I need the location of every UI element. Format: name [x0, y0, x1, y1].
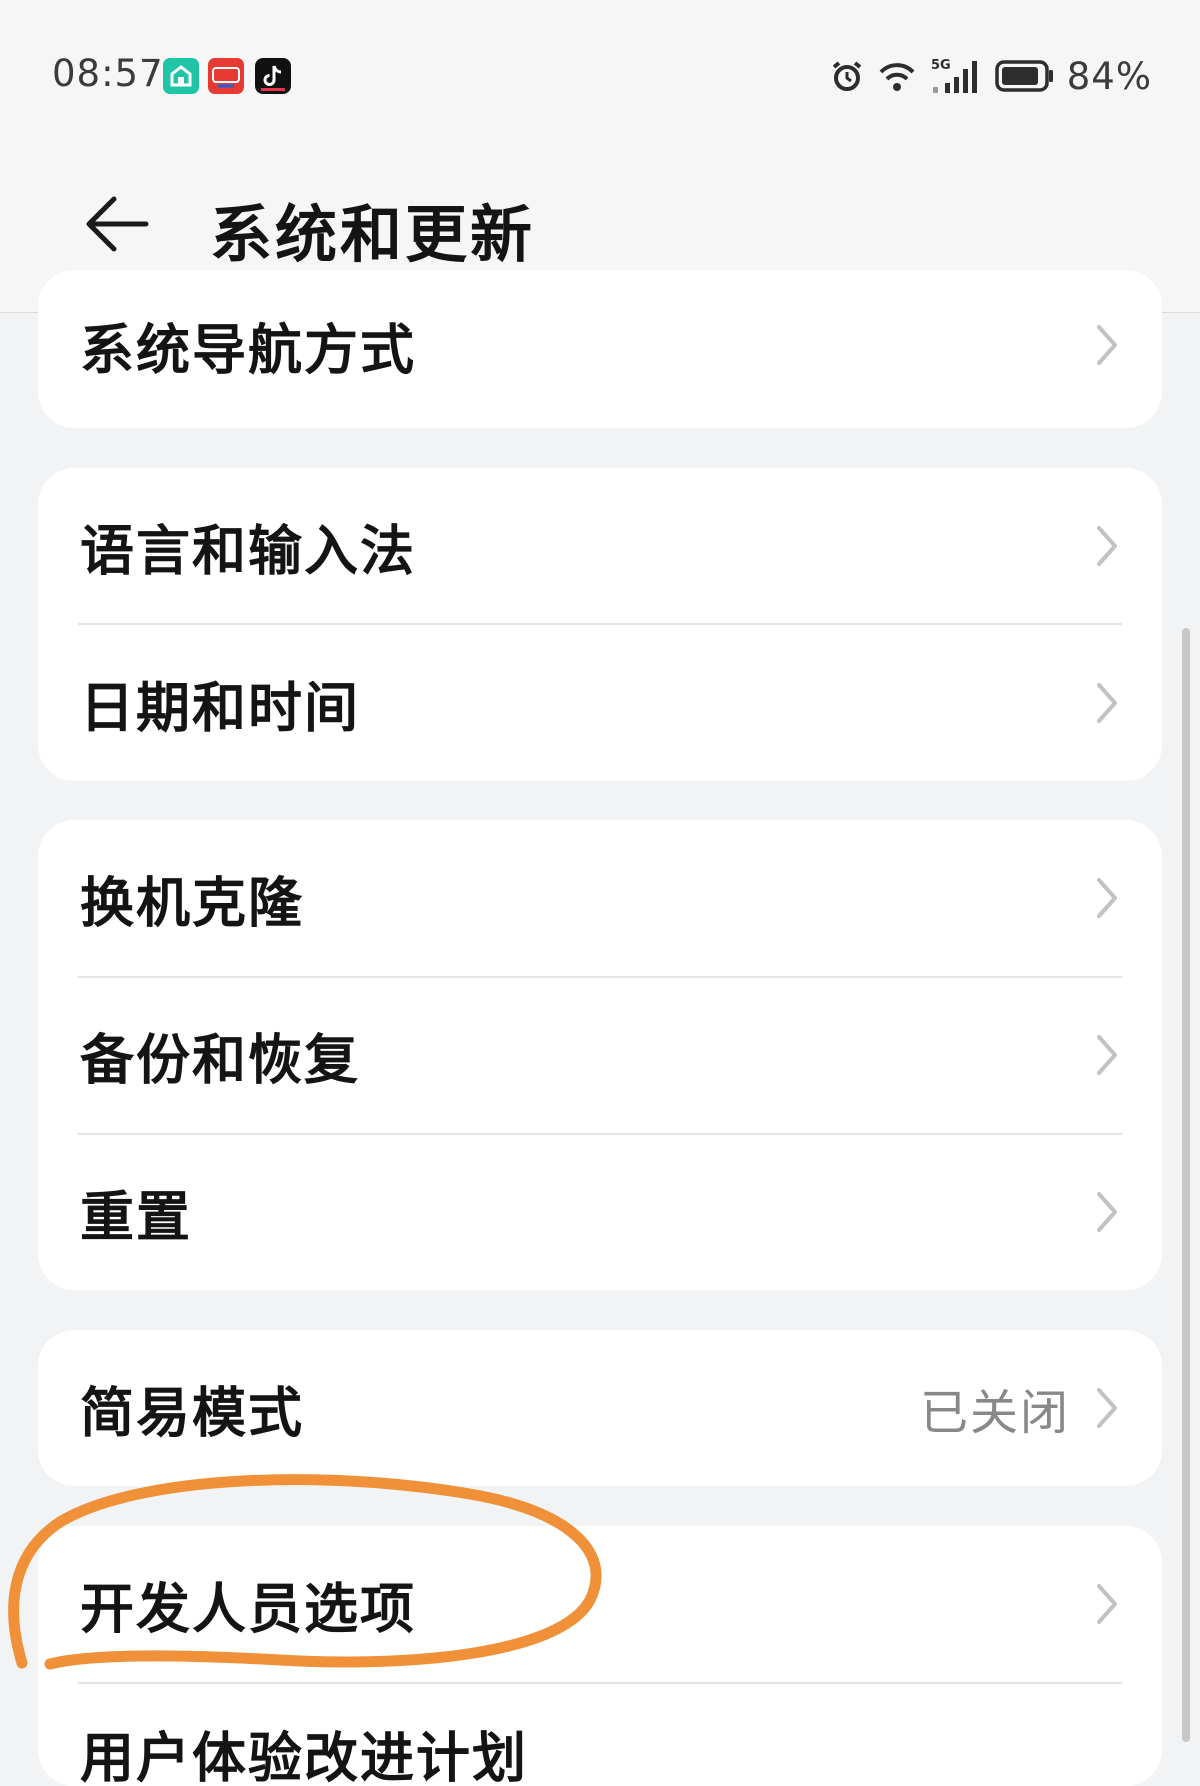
- settings-item-label: 语言和输入法: [80, 507, 416, 586]
- arrow-left-icon: [82, 189, 152, 259]
- scrollbar[interactable]: [1182, 628, 1190, 1742]
- chevron-right-icon: [1094, 1384, 1120, 1432]
- chevron-right-icon: [1094, 1188, 1120, 1236]
- settings-item-label: 开发人员选项: [80, 1565, 416, 1644]
- settings-item-simple-mode[interactable]: 简易模式 已关闭: [38, 1330, 1162, 1486]
- svg-text:5G: 5G: [931, 58, 951, 73]
- settings-group-navigation: 系统导航方式: [38, 270, 1162, 428]
- chevron-right-icon: [1094, 321, 1120, 369]
- settings-item-user-experience[interactable]: 用户体验改进计划: [38, 1683, 1162, 1786]
- battery-percent: 84%: [1067, 55, 1152, 98]
- battery-icon: [995, 59, 1055, 93]
- settings-item-date-time[interactable]: 日期和时间: [38, 625, 1162, 781]
- settings-item-label: 重置: [80, 1173, 192, 1252]
- chevron-right-icon: [1094, 1031, 1120, 1079]
- settings-item-reset[interactable]: 重置: [38, 1134, 1162, 1290]
- page-title: 系统和更新: [210, 184, 535, 274]
- status-time: 08:57: [52, 52, 164, 95]
- settings-item-label: 换机克隆: [80, 859, 304, 938]
- settings-item-language-input[interactable]: 语言和输入法: [38, 468, 1162, 624]
- smart-home-icon: [163, 58, 199, 94]
- alarm-icon: [829, 58, 865, 94]
- settings-item-phone-clone[interactable]: 换机克隆: [38, 820, 1162, 976]
- settings-item-label: 备份和恢复: [80, 1016, 360, 1095]
- settings-item-navigation-mode[interactable]: 系统导航方式: [38, 290, 1162, 400]
- settings-group-language-time: 语言和输入法 日期和时间: [38, 468, 1162, 781]
- settings-item-status: 已关闭: [920, 1373, 1070, 1443]
- tiktok-icon: [255, 58, 291, 94]
- settings-item-label: 日期和时间: [80, 664, 360, 743]
- status-bar: 08:57 5G 84%: [0, 0, 1200, 150]
- settings-group-simple-mode: 简易模式 已关闭: [38, 1330, 1162, 1486]
- chevron-right-icon: [1094, 679, 1120, 727]
- wifi-icon: [877, 58, 917, 94]
- settings-item-label: 用户体验改进计划: [80, 1714, 528, 1786]
- settings-item-backup-restore[interactable]: 备份和恢复: [38, 977, 1162, 1133]
- status-right-group: 5G 84%: [829, 54, 1152, 98]
- settings-group-backup: 换机克隆 备份和恢复 重置: [38, 820, 1162, 1290]
- settings-item-developer-options[interactable]: 开发人员选项: [38, 1526, 1162, 1682]
- chevron-right-icon: [1094, 874, 1120, 922]
- settings-item-label: 简易模式: [80, 1369, 304, 1448]
- settings-group-developer: 开发人员选项 用户体验改进计划: [38, 1526, 1162, 1786]
- settings-item-label: 系统导航方式: [80, 306, 416, 385]
- chevron-right-icon: [1094, 1580, 1120, 1628]
- back-button[interactable]: [82, 186, 152, 262]
- cloud-pay-icon: [208, 58, 244, 94]
- chevron-right-icon: [1094, 522, 1120, 570]
- signal-icon: 5G: [929, 57, 983, 95]
